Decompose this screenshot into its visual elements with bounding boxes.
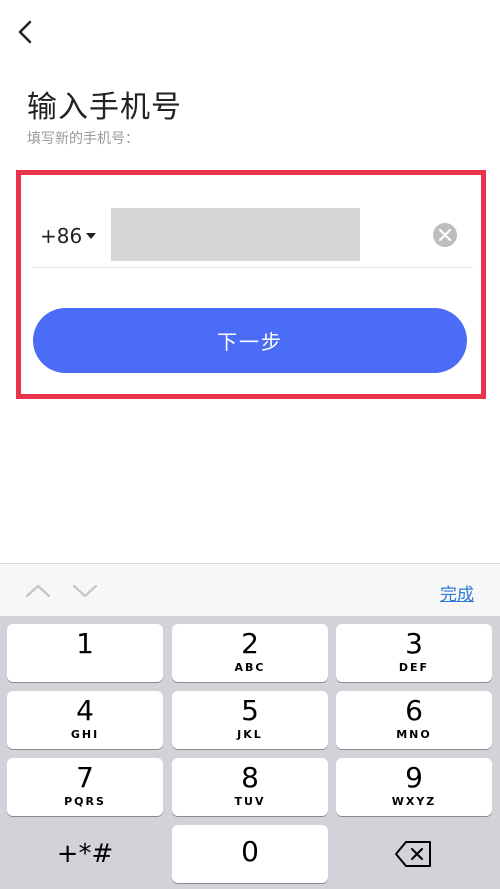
key-letters: JKL [237,728,263,741]
key-7[interactable]: 7 PQRS [7,758,163,816]
key-digit: 9 [405,761,423,794]
key-letters: DEF [398,661,430,674]
key-digit: 4 [76,694,94,727]
clear-input-button[interactable] [433,223,457,247]
key-digit: 3 [405,627,423,660]
done-button[interactable]: 完成 [440,580,474,605]
keyboard-toolbar: 完成 [0,563,500,616]
key-symbols[interactable]: +*# [7,825,163,883]
next-field-button[interactable] [71,582,99,600]
key-3[interactable]: 3 DEF [336,624,492,682]
key-digit: 5 [241,694,259,727]
key-9[interactable]: 9 WXYZ [336,758,492,816]
caret-down-icon [86,233,97,239]
key-2[interactable]: 2 ABC [172,624,328,682]
input-divider [33,267,473,268]
key-5[interactable]: 5 JKL [172,691,328,749]
key-digit: 8 [241,761,259,794]
key-symbols-label: +*# [56,839,114,869]
key-digit: 1 [76,627,94,660]
close-icon [439,229,451,241]
chevron-left-icon [18,20,32,44]
key-letters: GHI [70,728,100,741]
key-digit: 7 [76,761,94,794]
key-digit: 0 [241,835,259,868]
key-8[interactable]: 8 TUV [172,758,328,816]
numeric-keypad: 1 2 ABC 3 DEF 4 GHI 5 JKL 6 MNO 7 PQRS 8… [0,616,500,889]
key-digit: 6 [405,694,423,727]
key-4[interactable]: 4 GHI [7,691,163,749]
chevron-down-icon [72,584,98,598]
backspace-key[interactable] [336,825,492,883]
key-letters: PQRS [64,795,106,808]
key-letters: ABC [234,661,266,674]
back-button[interactable] [14,16,40,48]
key-digit: 2 [241,627,259,660]
country-code-selector[interactable]: +86 [40,224,97,248]
key-letters: MNO [396,728,432,741]
country-code-label: +86 [40,224,83,248]
key-1[interactable]: 1 [7,624,163,682]
next-step-button[interactable]: 下一步 [33,308,467,373]
backspace-icon [395,841,431,867]
page-subtitle: 填写新的手机号： [27,131,139,147]
key-0[interactable]: 0 [172,825,328,883]
key-letters: TUV [234,795,266,808]
chevron-up-icon [25,584,51,598]
key-6[interactable]: 6 MNO [336,691,492,749]
previous-field-button[interactable] [24,582,52,600]
page-title: 输入手机号 [27,90,182,125]
key-letters: WXYZ [391,795,437,808]
phone-input[interactable] [111,208,360,261]
